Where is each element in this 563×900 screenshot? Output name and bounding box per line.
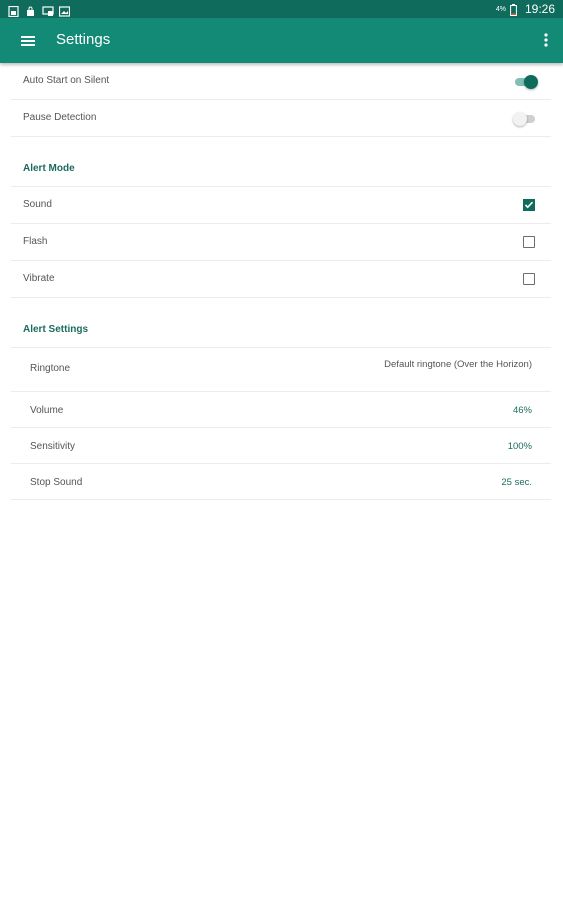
status-bar-system: 4% 19:26 xyxy=(496,2,555,16)
bag-icon xyxy=(25,4,36,16)
cast-icon xyxy=(42,4,54,16)
vibrate-checkbox[interactable] xyxy=(523,273,535,285)
volume-value: 46% xyxy=(512,405,532,416)
page-title: Settings xyxy=(56,31,111,48)
sensitivity-label: Sensitivity xyxy=(30,441,76,452)
ringtone-row[interactable]: Ringtone Default ringtone (Over the Hori… xyxy=(11,348,551,392)
alert-mode-header: Alert Mode xyxy=(11,137,551,187)
flash-row[interactable]: Flash xyxy=(11,224,551,261)
vibrate-label: Vibrate xyxy=(23,273,55,284)
alert-settings-title: Alert Settings xyxy=(23,324,89,335)
stop-sound-value: 25 sec. xyxy=(501,477,532,488)
status-bar-notifications xyxy=(8,4,71,17)
volume-row[interactable]: Volume 46% xyxy=(11,392,551,428)
pause-detection-label: Pause Detection xyxy=(23,112,97,123)
auto-start-on-silent-label: Auto Start on Silent xyxy=(23,75,110,86)
ringtone-label: Ringtone xyxy=(30,363,71,374)
more-vert-icon[interactable] xyxy=(541,30,551,50)
alert-mode-title: Alert Mode xyxy=(23,163,75,174)
volume-label: Volume xyxy=(30,405,64,416)
auto-start-on-silent-toggle[interactable] xyxy=(513,75,538,89)
stop-sound-label: Stop Sound xyxy=(30,477,83,488)
settings-list: Auto Start on Silent Pause Detection Ale… xyxy=(11,63,551,500)
sim-card-icon xyxy=(8,4,19,17)
image-icon xyxy=(58,4,71,17)
stop-sound-row[interactable]: Stop Sound 25 sec. xyxy=(11,464,551,500)
clock: 19:26 xyxy=(524,2,555,16)
pause-detection-toggle[interactable] xyxy=(513,112,537,126)
app-bar: Settings xyxy=(0,18,563,63)
sound-row[interactable]: Sound xyxy=(11,187,551,224)
sensitivity-row[interactable]: Sensitivity 100% xyxy=(11,428,551,464)
hamburger-menu-icon[interactable] xyxy=(18,31,38,51)
auto-start-on-silent-row[interactable]: Auto Start on Silent xyxy=(11,63,551,100)
pause-detection-row[interactable]: Pause Detection xyxy=(11,100,551,137)
sound-checkbox[interactable] xyxy=(523,199,535,211)
flash-checkbox[interactable] xyxy=(523,236,535,248)
sensitivity-value: 100% xyxy=(507,441,532,452)
vibrate-row[interactable]: Vibrate xyxy=(11,261,551,298)
alert-settings-header: Alert Settings xyxy=(11,298,551,348)
ringtone-value: Default ringtone (Over the Horizon) xyxy=(384,359,532,370)
flash-label: Flash xyxy=(23,236,48,247)
status-bar: 4% 19:26 xyxy=(0,0,563,18)
battery-percent: 4% xyxy=(495,5,506,13)
battery-icon xyxy=(510,3,521,16)
sound-label: Sound xyxy=(23,199,52,210)
